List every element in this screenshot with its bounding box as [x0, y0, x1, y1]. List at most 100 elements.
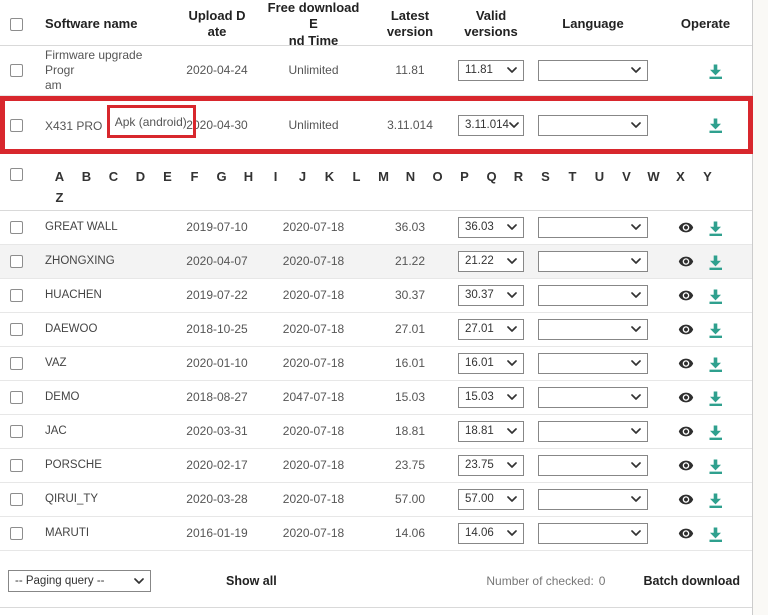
row-checkbox[interactable]: [10, 459, 23, 472]
download-icon[interactable]: [704, 491, 722, 509]
row-checkbox[interactable]: [10, 119, 23, 132]
eye-icon[interactable]: [678, 390, 694, 405]
row-checkbox[interactable]: [10, 493, 23, 506]
table-row: Firmware upgrade Progr am 2020-04-24 Unl…: [0, 46, 752, 96]
select-all-checkbox[interactable]: [10, 168, 23, 181]
download-icon[interactable]: [704, 525, 722, 543]
valid-version-select[interactable]: 27.01: [458, 319, 524, 340]
row-checkbox[interactable]: [10, 323, 23, 336]
valid-version-select[interactable]: 14.06: [458, 523, 524, 544]
valid-version-select[interactable]: 36.03: [458, 217, 524, 238]
language-select[interactable]: [538, 319, 648, 340]
alphabet-filter-letter[interactable]: A: [46, 166, 73, 187]
alphabet-filter-letter[interactable]: N: [397, 166, 424, 187]
show-all-button[interactable]: Show all: [226, 574, 277, 588]
valid-version-select[interactable]: 57.00: [458, 489, 524, 510]
alphabet-filter-letter[interactable]: B: [73, 166, 100, 187]
alphabet-filter-letter[interactable]: D: [127, 166, 154, 187]
eye-icon[interactable]: [678, 458, 694, 473]
download-icon[interactable]: [704, 389, 722, 407]
table-row: JAC 2020-03-31 2020-07-18 18.81 18.81: [0, 415, 752, 449]
alphabet-filter-letter[interactable]: R: [505, 166, 532, 187]
valid-version-select[interactable]: 15.03: [458, 387, 524, 408]
valid-version-select[interactable]: 3.11.014: [458, 115, 524, 136]
download-icon[interactable]: [704, 321, 722, 339]
alphabet-filter-letter[interactable]: S: [532, 166, 559, 187]
language-select[interactable]: [538, 489, 648, 510]
download-icon[interactable]: [704, 116, 722, 134]
row-checkbox[interactable]: [10, 391, 23, 404]
eye-icon[interactable]: [678, 288, 694, 303]
download-icon[interactable]: [704, 253, 722, 271]
alphabet-filter-letter[interactable]: L: [343, 166, 370, 187]
alphabet-filter-letter[interactable]: W: [640, 166, 667, 187]
batch-download-button[interactable]: Batch download: [643, 574, 740, 588]
valid-version-select[interactable]: 21.22: [458, 251, 524, 272]
alphabet-filter-letter[interactable]: Q: [478, 166, 505, 187]
software-name: QIRUI_TY: [32, 492, 172, 506]
language-select[interactable]: [538, 217, 648, 238]
row-checkbox[interactable]: [10, 64, 23, 77]
alphabet-filter-letter[interactable]: X: [667, 166, 694, 187]
alphabet-filter-letter[interactable]: G: [208, 166, 235, 187]
header-free-download-end: Free download E nd Time: [262, 0, 365, 49]
alphabet-filter-letter[interactable]: K: [316, 166, 343, 187]
chevron-down-icon: [631, 428, 641, 435]
language-select[interactable]: [538, 251, 648, 272]
eye-icon[interactable]: [678, 492, 694, 507]
download-icon[interactable]: [704, 355, 722, 373]
alphabet-filter-letter[interactable]: H: [235, 166, 262, 187]
eye-icon[interactable]: [678, 220, 694, 235]
free-download-end: 2020-07-18: [262, 322, 365, 337]
download-icon[interactable]: [704, 219, 722, 237]
alphabet-filter-letter[interactable]: U: [586, 166, 613, 187]
alphabet-filter-letter[interactable]: Y: [694, 166, 721, 187]
row-checkbox[interactable]: [10, 221, 23, 234]
alphabet-filter-letter[interactable]: I: [262, 166, 289, 187]
free-download-end: 2020-07-18: [262, 220, 365, 235]
valid-version-select[interactable]: 11.81: [458, 60, 524, 81]
valid-version-select[interactable]: 16.01: [458, 353, 524, 374]
alphabet-filter-letter[interactable]: O: [424, 166, 451, 187]
alphabet-filter-letter[interactable]: E: [154, 166, 181, 187]
alphabet-filter-letter[interactable]: V: [613, 166, 640, 187]
software-name: Firmware upgrade Progr am: [32, 48, 172, 93]
eye-icon[interactable]: [678, 356, 694, 371]
download-icon[interactable]: [704, 423, 722, 441]
language-select[interactable]: [538, 115, 648, 136]
row-checkbox[interactable]: [10, 425, 23, 438]
alphabet-filter-letter[interactable]: C: [100, 166, 127, 187]
alphabet-filter-letter[interactable]: T: [559, 166, 586, 187]
alphabet-filter-letter[interactable]: Z: [46, 187, 73, 208]
paging-query-select[interactable]: -- Paging query --: [8, 570, 151, 592]
download-icon[interactable]: [704, 62, 722, 80]
eye-icon[interactable]: [678, 322, 694, 337]
language-select[interactable]: [538, 387, 648, 408]
alphabet-filter-letter[interactable]: P: [451, 166, 478, 187]
free-download-end: 2020-07-18: [262, 254, 365, 269]
select-all-checkbox[interactable]: [10, 18, 23, 31]
valid-version-select[interactable]: 23.75: [458, 455, 524, 476]
alphabet-filter-letter[interactable]: F: [181, 166, 208, 187]
download-icon[interactable]: [704, 287, 722, 305]
free-download-end: 2020-07-18: [262, 492, 365, 507]
alphabet-filter-letter[interactable]: J: [289, 166, 316, 187]
chevron-down-icon: [631, 462, 641, 469]
language-select[interactable]: [538, 353, 648, 374]
alphabet-filter-letter[interactable]: M: [370, 166, 397, 187]
eye-icon[interactable]: [678, 526, 694, 541]
row-checkbox[interactable]: [10, 289, 23, 302]
language-select[interactable]: [538, 421, 648, 442]
row-checkbox[interactable]: [10, 357, 23, 370]
language-select[interactable]: [538, 455, 648, 476]
language-select[interactable]: [538, 285, 648, 306]
language-select[interactable]: [538, 60, 648, 81]
language-select[interactable]: [538, 523, 648, 544]
row-checkbox[interactable]: [10, 255, 23, 268]
download-icon[interactable]: [704, 457, 722, 475]
eye-icon[interactable]: [678, 254, 694, 269]
valid-version-select[interactable]: 30.37: [458, 285, 524, 306]
valid-version-select[interactable]: 18.81: [458, 421, 524, 442]
eye-icon[interactable]: [678, 424, 694, 439]
row-checkbox[interactable]: [10, 527, 23, 540]
